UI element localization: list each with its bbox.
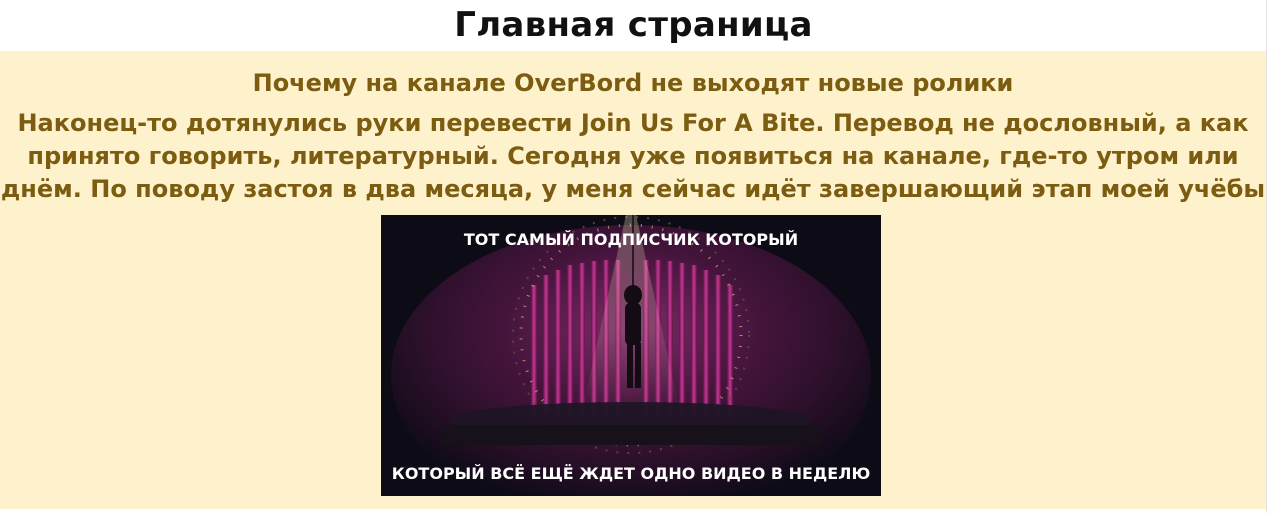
post-meme-image: ТОТ САМЫЙ ПОДПИСЧИК КОТОРЫЙ КОТОРЫЙ ВСЁ …	[381, 215, 881, 496]
meme-bottom-caption: КОТОРЫЙ ВСЁ ЕЩЁ ЖДЕТ ОДНО ВИДЕО В НЕДЕЛЮ	[392, 464, 870, 483]
meme-illustration: ТОТ САМЫЙ ПОДПИСЧИК КОТОРЫЙ КОТОРЫЙ ВСЁ …	[381, 215, 881, 496]
meme-top-caption: ТОТ САМЫЙ ПОДПИСЧИК КОТОРЫЙ	[464, 230, 798, 249]
page-header: Главная страница	[0, 0, 1267, 50]
page-title: Главная страница	[454, 5, 813, 45]
post-body: Наконец-то дотянулись руки перевести Joi…	[0, 109, 1266, 203]
news-post: Почему на канале OverBord не выходят нов…	[0, 51, 1266, 509]
post-title: Почему на канале OverBord не выходят нов…	[252, 69, 1014, 97]
